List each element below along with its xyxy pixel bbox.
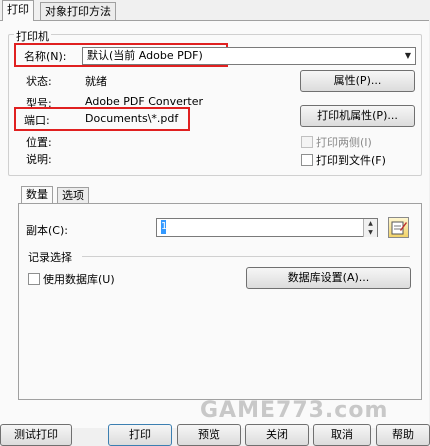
use-database-checkbox[interactable]: 使用数据库(U) bbox=[28, 271, 115, 287]
records-divider bbox=[82, 256, 410, 257]
help-button[interactable]: 帮助 bbox=[376, 424, 430, 446]
tab-object-print-method-label: 对象打印方法 bbox=[45, 5, 111, 18]
duplex-checkbox[interactable]: 打印两侧(I) bbox=[301, 134, 372, 150]
dialog-tabstrip: 打印 对象打印方法 bbox=[0, 0, 430, 21]
status-value: 就绪 bbox=[85, 75, 107, 88]
print-to-file-checkbox-label: 打印到文件(F) bbox=[316, 154, 386, 167]
tab-quantity[interactable]: 数量 bbox=[21, 186, 53, 203]
watermark-logo: GAME773.com bbox=[200, 398, 388, 423]
edit-note-icon bbox=[391, 221, 407, 235]
printer-name-select[interactable]: 默认(当前 Adobe PDF) ▼ bbox=[82, 47, 416, 65]
status-label: 状态: bbox=[26, 75, 52, 88]
duplex-checkbox-label: 打印两侧(I) bbox=[316, 136, 372, 149]
watermark-text: GAME773.com bbox=[200, 398, 389, 423]
copies-settings-button[interactable] bbox=[388, 217, 409, 238]
use-database-checkbox-label: 使用数据库(U) bbox=[43, 273, 115, 286]
print-to-file-checkbox[interactable]: 打印到文件(F) bbox=[301, 152, 386, 168]
copies-spinner[interactable]: 1 ▲ ▼ bbox=[156, 218, 378, 237]
copies-label: 副本(C): bbox=[26, 224, 68, 237]
where-label: 位置: bbox=[26, 136, 52, 149]
duplex-checkbox-box bbox=[301, 136, 313, 148]
printer-group-title: 打印机 bbox=[14, 28, 51, 44]
port-label: 端口: bbox=[24, 114, 50, 127]
test-print-button[interactable]: 测试打印 bbox=[0, 424, 72, 446]
name-label: 名称(N): bbox=[24, 50, 67, 63]
properties-button[interactable]: 属性(P)... bbox=[300, 70, 415, 92]
tab-print[interactable]: 打印 bbox=[2, 0, 34, 21]
tab-print-label: 打印 bbox=[7, 3, 29, 16]
close-button[interactable]: 关闭 bbox=[245, 424, 309, 446]
port-value: Documents\*.pdf bbox=[85, 112, 179, 125]
printer-properties-button[interactable]: 打印机属性(P)... bbox=[300, 105, 415, 127]
tab-options[interactable]: 选项 bbox=[57, 187, 89, 204]
spin-up-icon[interactable]: ▲ bbox=[363, 219, 377, 228]
records-title: 记录选择 bbox=[28, 251, 72, 264]
tab-options-label: 选项 bbox=[62, 189, 84, 202]
print-to-file-checkbox-box bbox=[301, 154, 313, 166]
preview-button[interactable]: 预览 bbox=[177, 424, 241, 446]
comment-label: 说明: bbox=[26, 153, 52, 166]
tab-quantity-label: 数量 bbox=[26, 188, 48, 201]
database-settings-button[interactable]: 数据库设置(A)... bbox=[246, 267, 411, 289]
use-database-checkbox-box bbox=[28, 273, 40, 285]
printer-name-value: 默认(当前 Adobe PDF) bbox=[87, 49, 203, 62]
print-button[interactable]: 打印 bbox=[108, 424, 172, 446]
copies-value: 1 bbox=[161, 220, 168, 234]
cancel-button[interactable]: 取消 bbox=[313, 424, 371, 446]
tab-object-print-method[interactable]: 对象打印方法 bbox=[40, 2, 116, 20]
chevron-down-icon: ▼ bbox=[404, 51, 412, 60]
spin-down-icon[interactable]: ▼ bbox=[363, 228, 377, 237]
